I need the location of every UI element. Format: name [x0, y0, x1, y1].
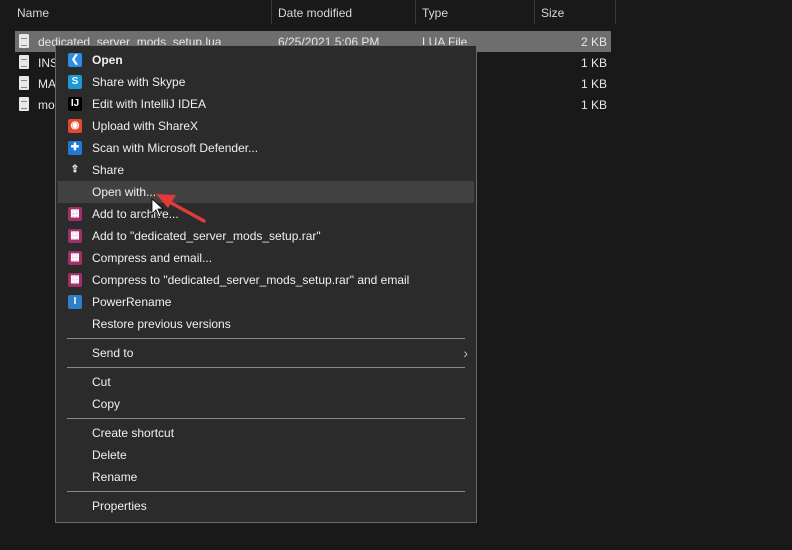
mouse-cursor-icon	[151, 198, 165, 218]
annotation-arrow	[151, 194, 206, 223]
